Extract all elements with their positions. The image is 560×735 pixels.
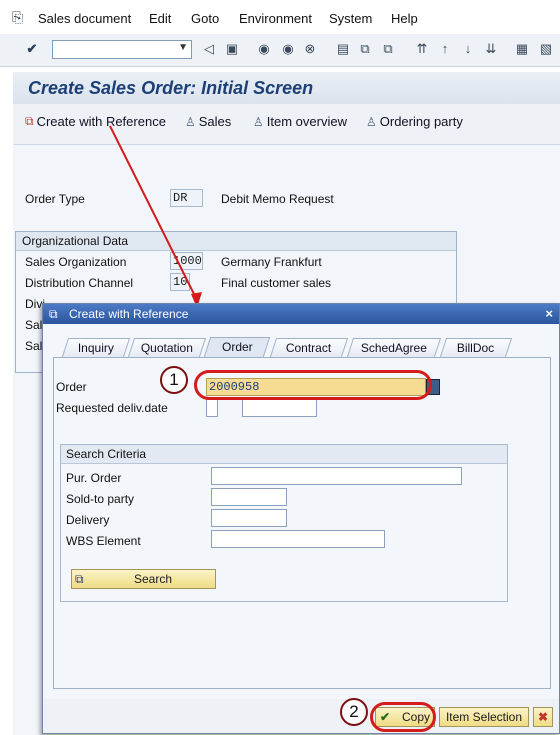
callout-2: 2 bbox=[340, 698, 368, 726]
create-with-reference-dialog: ⧉ Create with Reference × Inquiry Quotat… bbox=[42, 303, 560, 734]
sold-to-party-field[interactable] bbox=[211, 488, 287, 506]
callout-1: 1 bbox=[160, 366, 188, 394]
tab-quotation-label: Quotation bbox=[140, 341, 193, 355]
search-criteria-group: Search Criteria Pur. Order Sold-to party… bbox=[60, 444, 508, 602]
document-icon: ⧉ bbox=[49, 307, 58, 321]
tab-order[interactable]: Order bbox=[203, 337, 271, 357]
order-tab-panel: Order 2000958 Requested deliv.date Searc… bbox=[53, 357, 551, 689]
close-icon: ✖ bbox=[537, 710, 549, 724]
copy-button-highlight bbox=[370, 702, 436, 732]
cancel-button[interactable]: ✖ bbox=[533, 707, 553, 727]
tab-inquiry[interactable]: Inquiry bbox=[61, 338, 131, 357]
binoculars-icon: ⧉ bbox=[75, 572, 84, 586]
tab-billdoc-label: BillDoc bbox=[457, 341, 495, 355]
tab-contract-label: Contract bbox=[286, 341, 332, 355]
search-button-label: Search bbox=[134, 572, 173, 586]
search-criteria-heading: Search Criteria bbox=[66, 447, 147, 461]
tab-schedagree[interactable]: SchedAgree bbox=[346, 338, 442, 357]
sold-to-party-label: Sold-to party bbox=[66, 492, 135, 506]
tab-billdoc[interactable]: BillDoc bbox=[439, 338, 513, 357]
wbs-element-label: WBS Element bbox=[66, 534, 141, 548]
close-icon[interactable]: × bbox=[545, 306, 553, 321]
tab-contract[interactable]: Contract bbox=[269, 338, 349, 357]
wbs-element-field[interactable] bbox=[211, 530, 385, 548]
item-selection-button[interactable]: Item Selection bbox=[439, 707, 529, 727]
order-field-highlight bbox=[194, 370, 432, 400]
purchase-order-label: Pur. Order bbox=[66, 471, 122, 485]
requested-delivery-date-label: Requested deliv.date bbox=[56, 401, 168, 415]
tab-inquiry-label: Inquiry bbox=[77, 341, 114, 355]
order-label: Order bbox=[56, 380, 87, 394]
dialog-title: Create with Reference bbox=[69, 307, 189, 321]
item-selection-label: Item Selection bbox=[445, 710, 523, 724]
search-button[interactable]: ⧉ Search bbox=[71, 569, 216, 589]
search-criteria-header: Search Criteria bbox=[61, 445, 507, 464]
requested-delivery-date-field[interactable] bbox=[242, 399, 317, 417]
purchase-order-field[interactable] bbox=[211, 467, 462, 485]
delivery-field[interactable] bbox=[211, 509, 287, 527]
delivery-date-type-field[interactable] bbox=[206, 399, 218, 417]
dialog-title-bar[interactable]: ⧉ Create with Reference × bbox=[43, 304, 559, 324]
dialog-footer: ✔ Copy Item Selection ✖ bbox=[43, 699, 559, 733]
tab-quotation[interactable]: Quotation bbox=[127, 338, 207, 357]
tab-schedagree-label: SchedAgree bbox=[360, 341, 427, 355]
delivery-label: Delivery bbox=[66, 513, 110, 527]
tab-order-label: Order bbox=[221, 340, 253, 354]
